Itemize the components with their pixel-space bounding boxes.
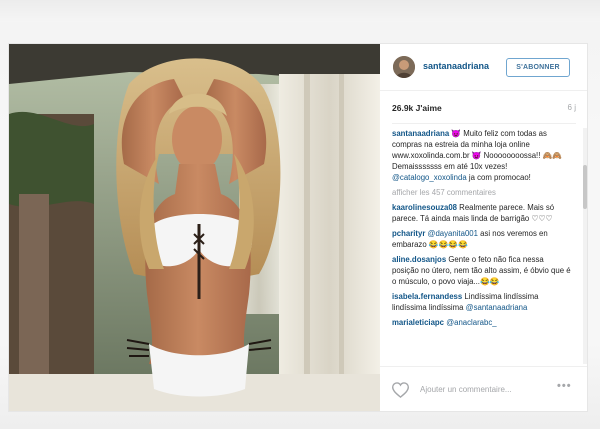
caption-text-end: ja com promocao!: [466, 173, 531, 182]
comment-username[interactable]: aline.dosanjos: [392, 255, 446, 264]
comment-mention[interactable]: @santanaadriana: [466, 303, 528, 312]
post-card: santanaadriana S'ABONNER 26.9k J'aime 6 …: [8, 43, 588, 412]
post-header: santanaadriana S'ABONNER: [380, 44, 587, 91]
caption-username[interactable]: santanaadriana: [392, 129, 449, 138]
comment-mention[interactable]: @anaclarabc_: [446, 318, 496, 327]
comment-item: isabela.fernandess Lindíssima lindíssima…: [392, 291, 572, 313]
divider: [392, 123, 576, 124]
caption: santanaadriana 😈 Muito feliz com todas a…: [392, 128, 572, 183]
comment-username[interactable]: marialeticiapc: [392, 318, 444, 327]
comment-item: aline.dosanjos Gente o feto não fica nes…: [392, 254, 572, 287]
post-footer: •••: [380, 366, 587, 412]
post-photo-image: [9, 44, 380, 411]
top-strip: [0, 0, 600, 22]
likes-count[interactable]: 26.9k J'aime: [392, 103, 442, 113]
likes-row: 26.9k J'aime 6 j: [392, 103, 576, 117]
comment-mention[interactable]: @dayanita001: [428, 229, 478, 238]
avatar-image: [393, 56, 415, 78]
add-comment-input[interactable]: [420, 380, 540, 398]
comment-username[interactable]: isabela.fernandess: [392, 292, 462, 301]
comment-username[interactable]: pcharityr: [392, 229, 425, 238]
heart-outline-icon[interactable]: [391, 382, 410, 399]
comment-username[interactable]: kaarolinesouza08: [392, 203, 457, 212]
caption-mention[interactable]: @catalogo_xoxolinda: [392, 173, 467, 182]
post-timestamp[interactable]: 6 j: [568, 103, 576, 112]
comment-item: pcharityr @dayanita001 asi nos veremos e…: [392, 228, 572, 250]
post-photo[interactable]: [9, 44, 380, 411]
post-sidebar: santanaadriana S'ABONNER 26.9k J'aime 6 …: [380, 44, 587, 411]
username-link[interactable]: santanaadriana: [423, 61, 489, 71]
comments-scrollbar[interactable]: [583, 128, 587, 364]
avatar[interactable]: [393, 56, 415, 78]
comments-list: santanaadriana 😈 Muito feliz com todas a…: [392, 128, 572, 364]
follow-button[interactable]: S'ABONNER: [506, 58, 570, 77]
comment-item: marialeticiapc @anaclarabc_: [392, 317, 572, 328]
load-more-comments-link[interactable]: afficher les 457 commentaires: [392, 187, 572, 198]
comment-item: kaarolinesouza08 Realmente parece. Mais …: [392, 202, 572, 224]
more-options-icon[interactable]: •••: [557, 380, 572, 392]
scrollbar-thumb[interactable]: [583, 165, 587, 209]
